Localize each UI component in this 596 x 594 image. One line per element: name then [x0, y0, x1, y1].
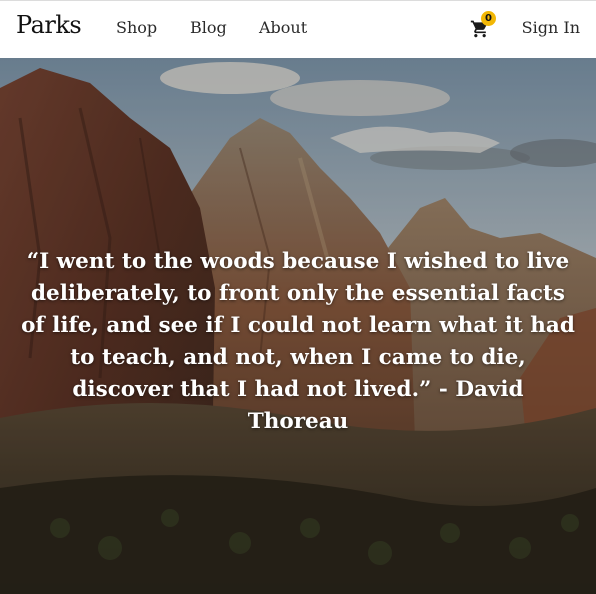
brand-logo[interactable]: Parks [16, 11, 82, 39]
hero-banner: “I went to the woods because I wished to… [0, 58, 596, 594]
nav-link-shop[interactable]: Shop [116, 18, 157, 37]
nav-link-about[interactable]: About [259, 18, 307, 37]
hero-quote: “I went to the woods because I wished to… [21, 249, 575, 434]
cart-button[interactable]: 0 [470, 11, 498, 43]
cart-count-badge: 0 [481, 11, 496, 26]
sign-in-link[interactable]: Sign In [522, 18, 580, 37]
nav-link-blog[interactable]: Blog [190, 18, 227, 37]
top-navigation-bar: Parks Shop Blog About 0 Sign In [0, 0, 596, 58]
